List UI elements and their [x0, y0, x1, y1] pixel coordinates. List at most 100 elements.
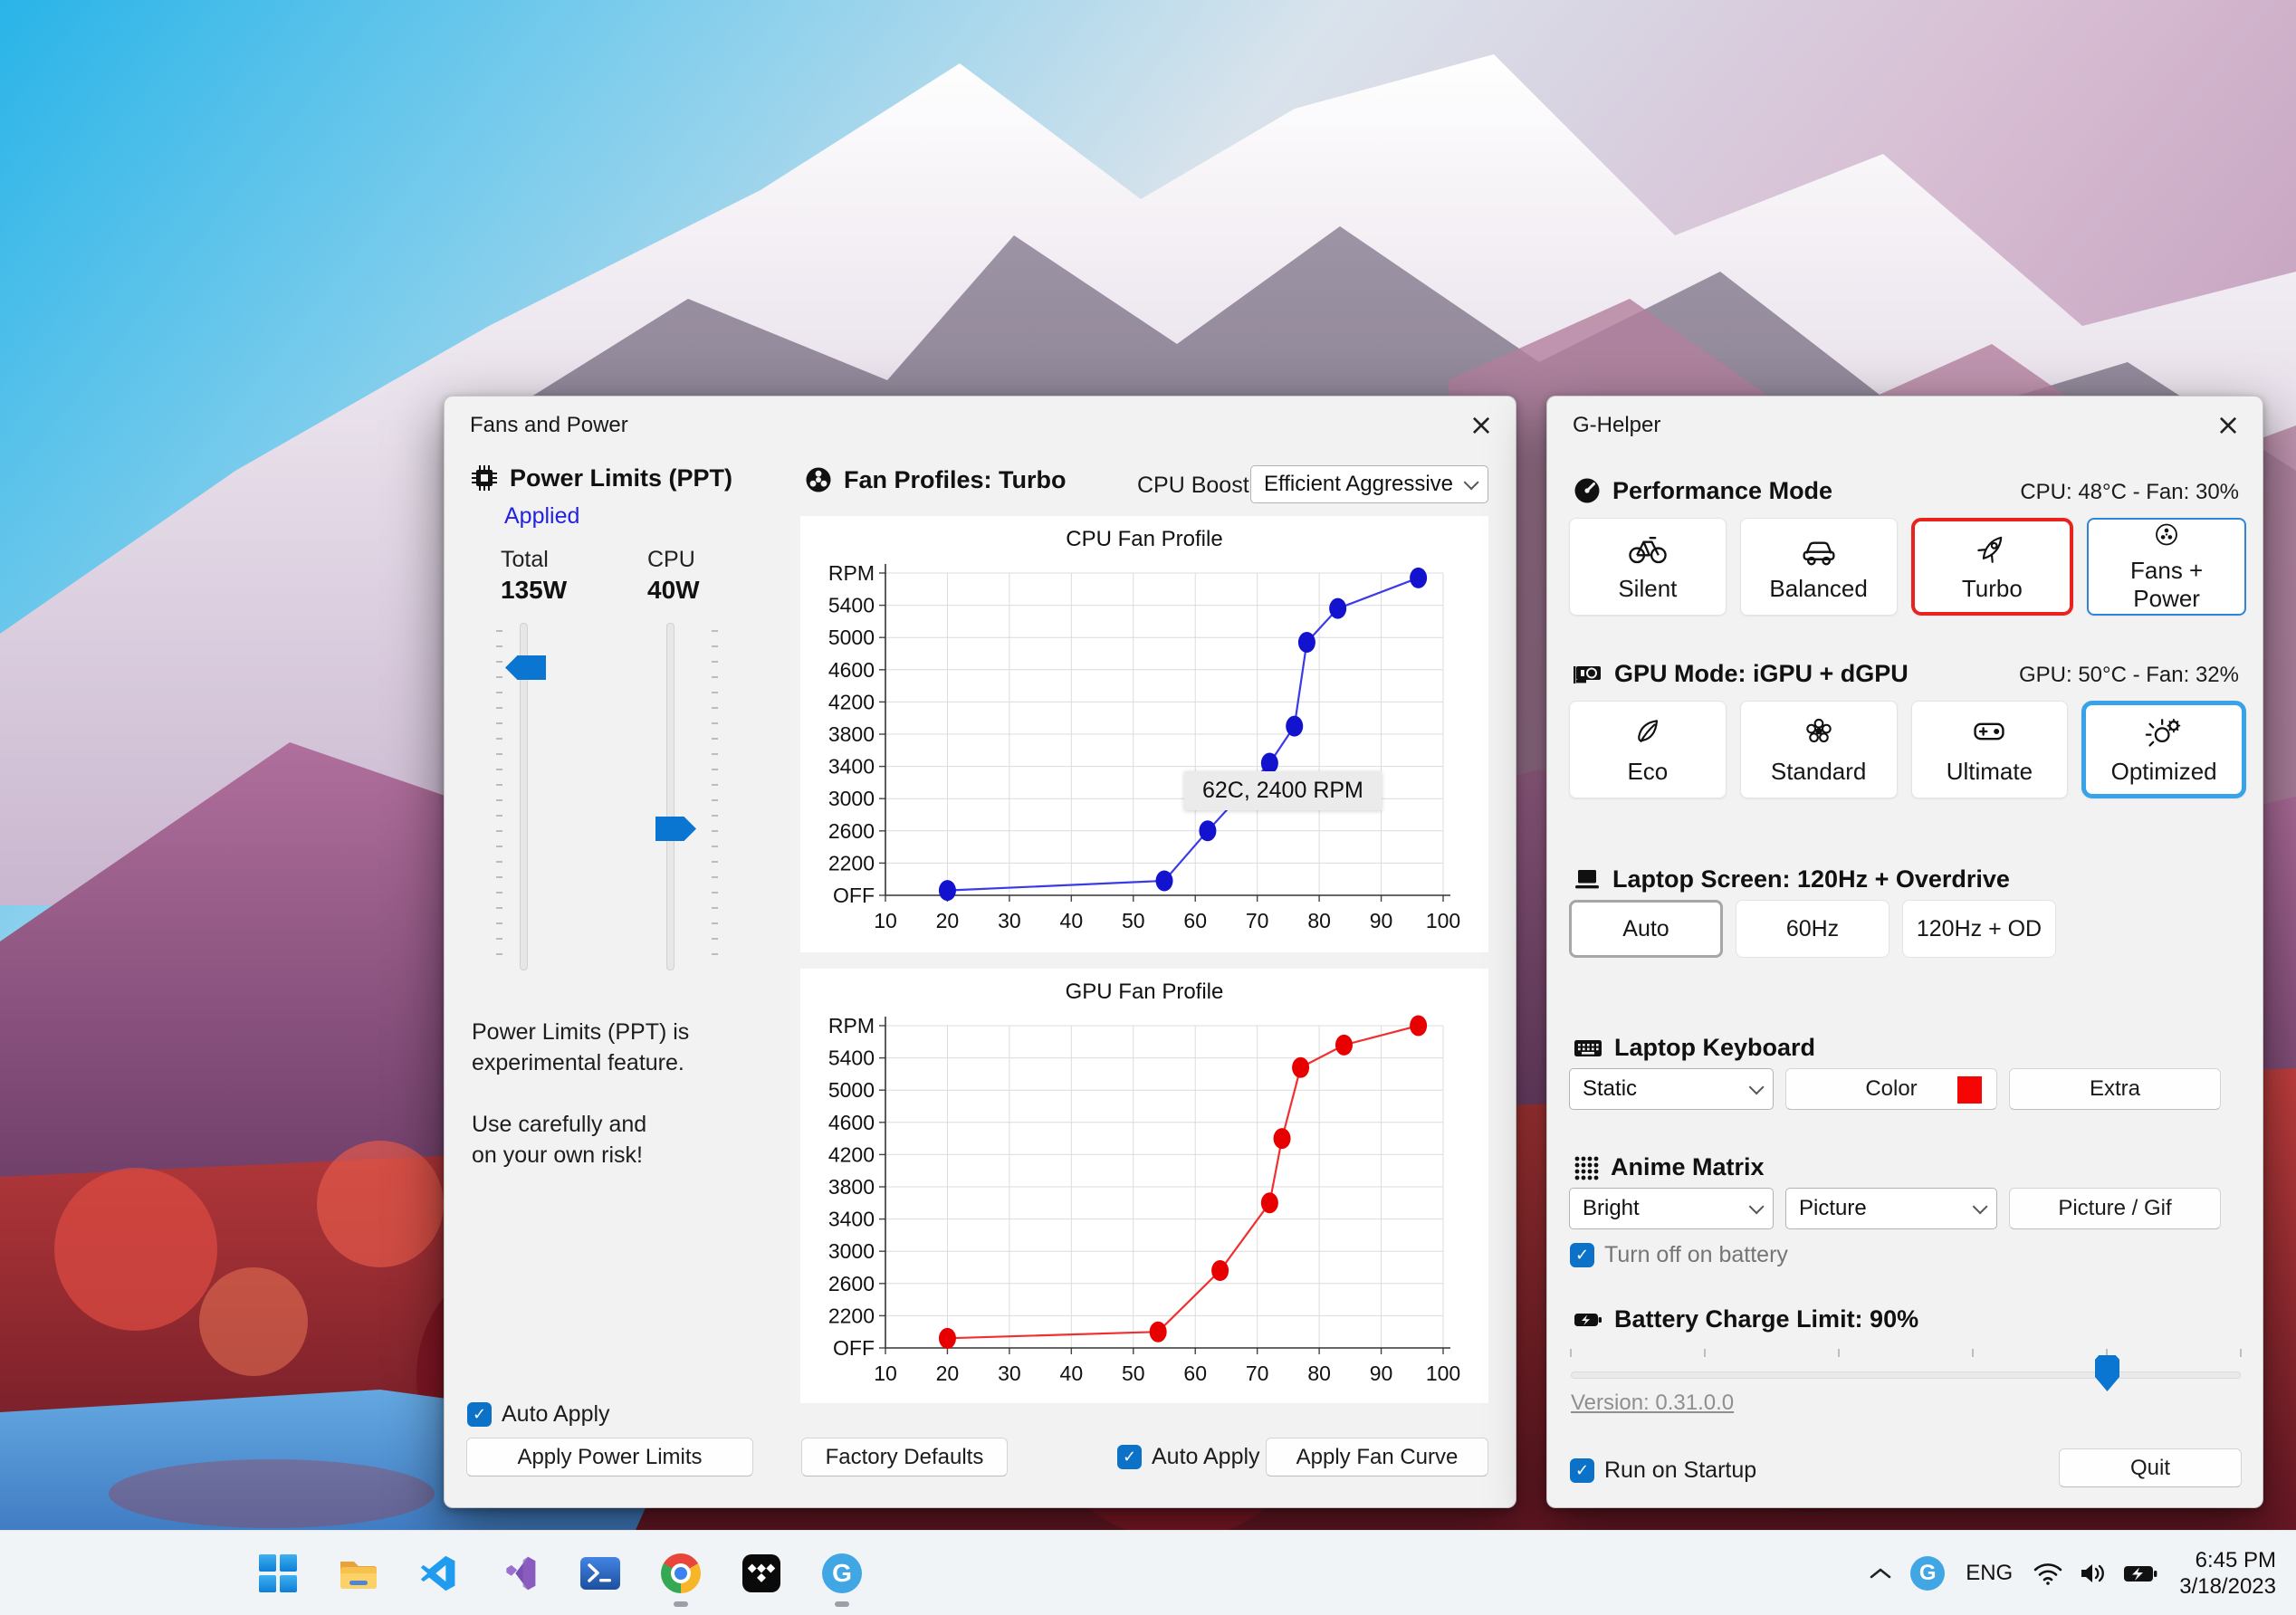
fans-power-button[interactable]: Fans + Power: [2087, 518, 2246, 616]
battery-slider-thumb[interactable]: [2095, 1355, 2119, 1391]
battery-charge-slider[interactable]: [1570, 1349, 2242, 1391]
quit-button[interactable]: Quit: [2059, 1448, 2242, 1487]
battery-tray-icon[interactable]: [2116, 1546, 2165, 1601]
gpu-temp-fan-status: GPU: 50°C - Fan: 32%: [2018, 663, 2239, 687]
start-icon[interactable]: [257, 1553, 299, 1594]
gpu-fan-chart-panel: GPU Fan Profile 10 20 30 40 50 60 70 80 90 100 OFF…: [800, 969, 1488, 1403]
run-on-startup-checkbox[interactable]: ✓: [1570, 1458, 1594, 1483]
turbo-mode-button[interactable]: Turbo: [1910, 518, 2074, 616]
ultimate-mode-button[interactable]: Ultimate: [1910, 701, 2069, 798]
matrix-brightness-dropdown[interactable]: Bright: [1569, 1188, 1774, 1229]
svg-text:3800: 3800: [828, 722, 875, 746]
auto-apply-power-row: ✓ Auto Apply: [467, 1401, 610, 1428]
cpu-fan-chart-panel: CPU Fan Profile 10 20 30 40 50 60 70 80 90 100 OFF…: [800, 516, 1488, 952]
svg-text:80: 80: [1307, 909, 1331, 932]
svg-text:60: 60: [1183, 1362, 1207, 1385]
apply-fan-curve-button[interactable]: Apply Fan Curve: [1266, 1438, 1488, 1476]
keyboard-mode-dropdown[interactable]: Static: [1569, 1068, 1774, 1110]
silent-mode-button[interactable]: Silent: [1569, 518, 1727, 616]
tidal-icon[interactable]: [741, 1553, 782, 1594]
keyboard-color-button[interactable]: Color: [1785, 1068, 1997, 1110]
cpu-chip-icon: [472, 465, 497, 491]
clock[interactable]: 6:45 PM 3/18/2023: [2165, 1547, 2276, 1600]
svg-text:90: 90: [1370, 1362, 1393, 1385]
standard-mode-button[interactable]: Standard: [1739, 701, 1898, 798]
powershell-icon[interactable]: [579, 1553, 621, 1594]
svg-text:5000: 5000: [828, 626, 875, 649]
power-limits-title: Power Limits (PPT): [510, 463, 733, 492]
battery-slider-track[interactable]: [1571, 1371, 2241, 1379]
experimental-note-line4: on your own risk!: [472, 1142, 643, 1168]
vscode-icon[interactable]: [418, 1553, 460, 1594]
file-explorer-icon[interactable]: [338, 1553, 379, 1594]
svg-text:3800: 3800: [828, 1175, 875, 1199]
chrome-icon[interactable]: [660, 1553, 702, 1594]
total-slider-thumb[interactable]: [505, 655, 546, 680]
turn-off-on-battery-checkbox[interactable]: ✓: [1570, 1243, 1594, 1267]
keyboard-controls-row: Static Color Extra: [1569, 1068, 2221, 1110]
apply-power-limits-button[interactable]: Apply Power Limits: [466, 1438, 753, 1476]
mode-label: Eco: [1627, 758, 1669, 785]
optimized-mode-button[interactable]: Optimized: [2081, 701, 2246, 798]
language-indicator[interactable]: ENG: [1953, 1546, 2025, 1601]
svg-text:70: 70: [1246, 909, 1269, 932]
mode-label: Fans + Power: [2130, 557, 2204, 612]
wifi-icon[interactable]: [2025, 1546, 2071, 1601]
svg-text:10: 10: [874, 909, 897, 932]
auto-apply-fan-checkbox[interactable]: ✓: [1117, 1445, 1142, 1469]
cpu-slider-thumb[interactable]: [655, 817, 696, 841]
volume-icon[interactable]: [2071, 1546, 2116, 1601]
matrix-brightness-value: Bright: [1583, 1196, 1640, 1220]
svg-text:100: 100: [1426, 909, 1460, 932]
svg-text:2200: 2200: [828, 851, 875, 874]
mode-label: Turbo: [1961, 575, 2023, 602]
cpu-boost-dropdown[interactable]: Efficient Aggressive: [1250, 465, 1488, 503]
screen-120hz-od-button[interactable]: 120Hz + OD: [1902, 900, 2056, 958]
chevron-down-icon: [1463, 474, 1479, 491]
screen-60hz-button[interactable]: 60Hz: [1736, 900, 1889, 958]
svg-text:5400: 5400: [828, 1046, 875, 1070]
experimental-note-line1: Power Limits (PPT) is: [472, 1019, 690, 1045]
g-helper-tray-icon[interactable]: G: [1902, 1546, 1953, 1601]
cpu-slider-track[interactable]: [666, 623, 674, 970]
balanced-mode-button[interactable]: Balanced: [1739, 518, 1898, 616]
window-title: Fans and Power: [470, 413, 628, 437]
matrix-mode-dropdown[interactable]: Picture: [1785, 1188, 1997, 1229]
svg-text:3000: 3000: [828, 1239, 875, 1263]
auto-apply-fan-row: ✓ Auto Apply: [1117, 1444, 1260, 1470]
performance-mode-row: Silent Balanced Turbo Fans + Power: [1569, 518, 2246, 616]
gpu-mode-row: Eco Standard Ultimate Optimized: [1569, 701, 2246, 798]
close-icon[interactable]: ×: [1459, 404, 1503, 445]
version-link[interactable]: Version: 0.31.0.0: [1571, 1390, 1734, 1416]
mode-label: Ultimate: [1946, 758, 2033, 785]
keyboard-extra-button[interactable]: Extra: [2009, 1068, 2221, 1110]
svg-text:30: 30: [998, 1362, 1021, 1385]
tray-date: 3/18/2023: [2179, 1574, 2276, 1599]
gpu-mode-title: GPU Mode: iGPU + dGPU: [1614, 659, 1909, 687]
run-on-startup-label: Run on Startup: [1604, 1457, 1757, 1483]
svg-text:40: 40: [1060, 1362, 1084, 1385]
close-icon[interactable]: ×: [2206, 404, 2250, 445]
hidden-icons-chevron[interactable]: [1859, 1546, 1902, 1601]
svg-text:70: 70: [1246, 1362, 1269, 1385]
turn-off-on-battery-label: Turn off on battery: [1604, 1242, 1788, 1267]
gpu-fan-curve-plot[interactable]: 10 20 30 40 50 60 70 80 90 100 OFF 2200 2600 3000 3400…: [800, 969, 1488, 1403]
experimental-note-line3: Use carefully and: [472, 1112, 647, 1137]
cpu-boost-value: Efficient Aggressive: [1264, 472, 1454, 496]
cpu-fan-curve-plot[interactable]: 10 20 30 40 50 60 70 80 90 100 OFF 2200 2600 3000 3400…: [800, 516, 1488, 952]
cpu-label: CPU: [647, 547, 695, 572]
picture-gif-button[interactable]: Picture / Gif: [2009, 1188, 2221, 1229]
screen-options-row: Auto 60Hz 120Hz + OD: [1569, 900, 2056, 958]
auto-apply-power-checkbox[interactable]: ✓: [467, 1402, 492, 1427]
cpu-temp-fan-status: CPU: 48°C - Fan: 30%: [2020, 480, 2239, 504]
g-helper-icon[interactable]: G: [821, 1553, 863, 1594]
svg-text:20: 20: [936, 1362, 960, 1385]
screen-auto-button[interactable]: Auto: [1569, 900, 1723, 958]
eco-mode-button[interactable]: Eco: [1569, 701, 1727, 798]
keyboard-mode-value: Static: [1583, 1076, 1638, 1101]
gauge-icon: [1574, 478, 1600, 503]
svg-text:10: 10: [874, 1362, 897, 1385]
visual-studio-icon[interactable]: [499, 1553, 541, 1594]
mode-label: Balanced: [1769, 575, 1868, 602]
factory-defaults-button[interactable]: Factory Defaults: [801, 1438, 1008, 1476]
